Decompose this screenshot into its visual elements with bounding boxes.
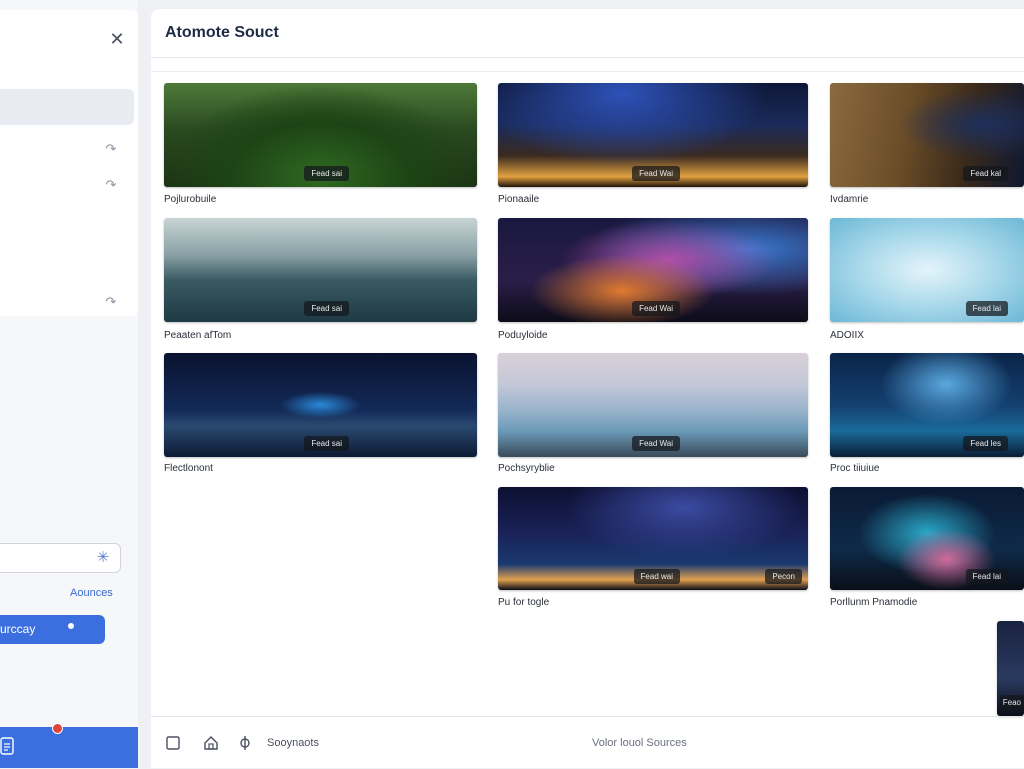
card-badge: Fead Wai: [632, 436, 680, 451]
gallery-card[interactable]: Fead kal: [830, 83, 1024, 187]
card-caption: Ivdamrie: [830, 194, 869, 205]
footer-label[interactable]: Sooynaots: [267, 737, 319, 749]
gallery-card[interactable]: Fead sai: [164, 353, 477, 457]
card-badge: Fead sai: [304, 436, 349, 451]
gallery-card[interactable]: Fead lai: [830, 218, 1024, 322]
main-header: Atomote Souct: [151, 9, 1024, 58]
card-caption: ADOIIX: [830, 330, 864, 341]
gallery-card[interactable]: Fead wai Pecon: [498, 487, 808, 590]
card-badge: Fead wai: [633, 569, 680, 584]
sparkle-icon[interactable]: ✳: [94, 549, 112, 567]
gallery-card[interactable]: Fead lai: [830, 487, 1024, 590]
sources-link[interactable]: Aounces: [70, 587, 113, 599]
left-menu: ✕ ↷ ↷ ↷: [0, 10, 138, 316]
card-caption: Pu for togle: [498, 597, 550, 608]
card-badge: Fead lai: [965, 301, 1008, 316]
card-badge: Fead les: [963, 436, 1008, 451]
gallery-card[interactable]: Fead les: [830, 353, 1024, 457]
document-icon[interactable]: [0, 737, 14, 755]
card-caption: Flectlonont: [164, 463, 213, 474]
card-caption: Proc tiiuiue: [830, 463, 880, 474]
divider: [151, 71, 1024, 72]
card-caption: Pochsyryblie: [498, 463, 555, 474]
gallery-card[interactable]: Feao: [997, 621, 1024, 716]
footer-toolbar: Sooynaots Volor louol Sources: [151, 716, 1024, 769]
search-input[interactable]: ✳: [0, 543, 121, 573]
gallery-card[interactable]: Fead sai: [164, 218, 477, 322]
footer-sources[interactable]: Volor louol Sources: [592, 737, 687, 749]
bottom-bar: [0, 727, 138, 768]
card-caption: Pionaaile: [498, 194, 540, 205]
home-icon[interactable]: [203, 735, 219, 751]
indicator-dot: [68, 623, 74, 629]
card-badge: Fead sai: [304, 301, 349, 316]
card-badge: Fead Wai: [632, 166, 680, 181]
card-badge: Feao: [999, 695, 1024, 710]
card-badge: Fead kal: [963, 166, 1008, 181]
card-caption: Peaaten afTom: [164, 330, 232, 341]
gallery-card[interactable]: Fead Wai: [498, 353, 808, 457]
redo-arrow-icon[interactable]: ↷: [104, 178, 118, 192]
primary-button[interactable]: urccay: [0, 615, 105, 644]
card-caption: Poduyloide: [498, 330, 548, 341]
card-badge: Pecon: [765, 569, 802, 584]
notification-badge: [52, 723, 63, 734]
page-title: Atomote Souct: [165, 24, 279, 41]
close-icon[interactable]: ✕: [108, 30, 126, 48]
card-badge: Fead Wai: [632, 301, 680, 316]
gallery-card[interactable]: Fead Wai: [498, 83, 808, 187]
link-icon[interactable]: [237, 735, 253, 751]
card-caption: Pojlurobuile: [164, 194, 217, 205]
main-panel: Atomote Souct Fead sai Pojlurobuile Fead…: [151, 9, 1024, 768]
gallery-card[interactable]: Fead Wai: [498, 218, 808, 322]
menu-item-selected[interactable]: [0, 89, 134, 125]
gallery-card[interactable]: Fead sai: [164, 83, 477, 187]
left-panel: ✕ ↷ ↷ ↷ ✳ Aounces urccay: [0, 0, 138, 768]
card-badge: Fead sai: [304, 166, 349, 181]
redo-arrow-icon[interactable]: ↷: [104, 295, 118, 309]
card-badge: Fead lai: [965, 569, 1008, 584]
primary-button-label: urccay: [0, 622, 36, 636]
redo-arrow-icon[interactable]: ↷: [104, 142, 118, 156]
card-caption: Porllunm Pnamodie: [830, 597, 918, 608]
checkbox-icon[interactable]: [165, 735, 181, 751]
